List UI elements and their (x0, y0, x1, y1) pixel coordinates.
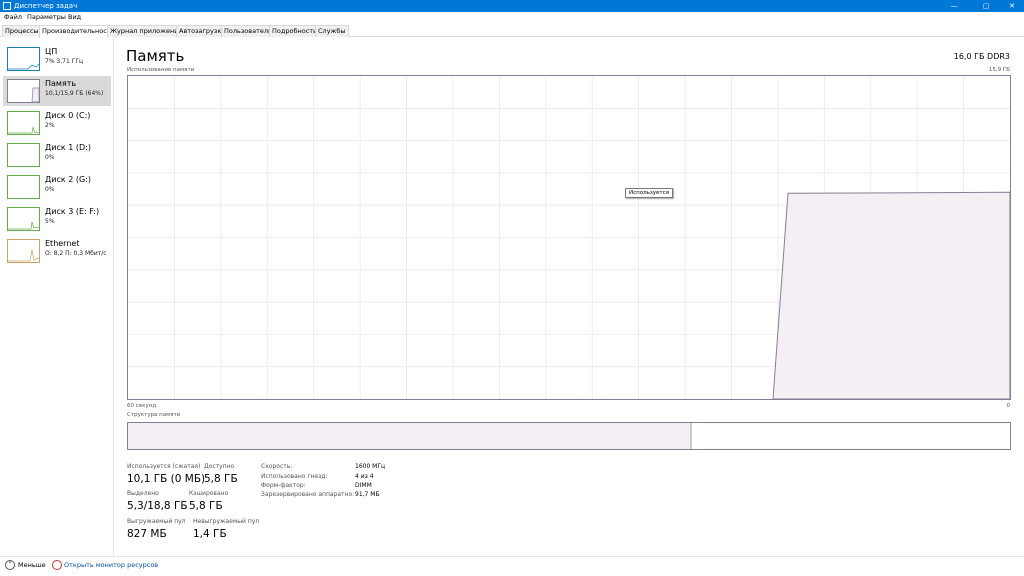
sidebar-item-ethernet[interactable]: Ethernet О: 8,2 П: 0,3 Мбит/с (3, 236, 111, 266)
memory-type: 16,0 ГБ DDR3 (953, 52, 1010, 61)
form-factor-value: DIMM (355, 482, 372, 489)
graph-tooltip: Используется (625, 188, 673, 198)
window-title: Диспетчер задач (14, 2, 78, 10)
graph-label: Использование памяти (127, 67, 195, 73)
menu-bar: Файл Параметры Вид (0, 12, 1024, 23)
sidebar-item-label: Диск 2 (G:) (45, 175, 91, 184)
axis-time-end: 0 (1006, 403, 1011, 409)
memory-structure-bar[interactable] (127, 422, 1011, 450)
sidebar-item-label: Диск 3 (E: F:) (45, 207, 100, 216)
task-manager-icon (3, 2, 11, 10)
speed-value: 1600 МГц (355, 463, 386, 470)
menu-options[interactable]: Параметры (27, 12, 66, 23)
available-label: Доступно (204, 463, 235, 470)
menu-file[interactable]: Файл (4, 12, 22, 23)
cpu-thumbnail (7, 47, 40, 71)
sidebar-item-value: 10,1/15,9 ГБ (64%) (45, 90, 104, 97)
menu-view[interactable]: Вид (68, 12, 81, 23)
tab-app-history[interactable]: Журнал приложений (107, 25, 186, 37)
in-use-value: 10,1 ГБ (0 МБ) (127, 473, 206, 485)
sidebar-item-disk-2[interactable]: Диск 2 (G:) 0% (3, 172, 111, 202)
sidebar-item-label: Диск 0 (C:) (45, 111, 91, 120)
disk-3-thumbnail (7, 207, 40, 231)
cached-label: Кэшировано (189, 490, 229, 497)
axis-time-start: 60 секунд (127, 403, 157, 409)
sidebar-item-label: ЦП (45, 47, 58, 56)
resource-sidebar: ЦП 7% 3,71 ГГц Память 10,1/15,9 ГБ (64%)… (0, 38, 114, 556)
disk-2-thumbnail (7, 175, 40, 199)
sidebar-item-value: 7% 3,71 ГГц (45, 58, 84, 65)
in-use-label: Используется (сжатая) (127, 463, 201, 470)
memory-usage-plot (128, 76, 1010, 399)
reserved-label: Зарезервировано аппаратно: (261, 491, 355, 498)
sidebar-item-disk-0[interactable]: Диск 0 (C:) 2% (3, 108, 111, 138)
close-button[interactable]: ✕ (1002, 0, 1022, 12)
structure-modified (690, 423, 692, 449)
maximize-button[interactable]: ▢ (976, 0, 996, 12)
nonpaged-pool-label: Невыгружаемый пул (193, 518, 260, 525)
sidebar-item-disk-1[interactable]: Диск 1 (D:) 0% (3, 140, 111, 170)
sidebar-item-label: Ethernet (45, 239, 80, 248)
paged-pool-label: Выгружаемый пул (127, 518, 186, 525)
tab-strip: Процессы Производительность Журнал прило… (0, 23, 1024, 38)
available-value: 5,8 ГБ (204, 473, 238, 485)
disk-0-thumbnail (7, 111, 40, 135)
slots-label: Использовано гнезд: (261, 473, 328, 480)
sidebar-item-cpu[interactable]: ЦП 7% 3,71 ГГц (3, 44, 111, 74)
tab-services[interactable]: Службы (315, 25, 349, 37)
reserved-value: 91,7 МБ (355, 491, 380, 498)
sidebar-item-disk-3[interactable]: Диск 3 (E: F:) 5% (3, 204, 111, 234)
cached-value: 5,8 ГБ (189, 500, 223, 512)
title-bar: Диспетчер задач — ▢ ✕ (0, 0, 1024, 12)
form-factor-label: Форм-фактор: (261, 482, 306, 489)
tab-performance[interactable]: Производительность (39, 25, 118, 38)
tab-details[interactable]: Подробности (269, 25, 321, 37)
ethernet-thumbnail (7, 239, 40, 263)
memory-usage-area (772, 191, 1010, 399)
memory-panel: Память 16,0 ГБ DDR3 Использование памяти… (120, 38, 1020, 558)
fewer-details-link[interactable]: Меньше (18, 561, 46, 569)
chevron-up-icon[interactable]: ˄ (5, 560, 15, 570)
page-title: Память (126, 47, 185, 65)
footer-bar: ˄ Меньше Открыть монитор ресурсов (0, 556, 1024, 576)
sidebar-item-value: 5% (45, 218, 55, 225)
paged-pool-value: 827 МБ (127, 528, 167, 540)
resource-monitor-link[interactable]: Открыть монитор ресурсов (64, 561, 158, 569)
committed-label: Выделено (127, 490, 159, 497)
sidebar-item-label: Диск 1 (D:) (45, 143, 91, 152)
memory-thumbnail (7, 79, 40, 103)
structure-label: Структура памяти (127, 412, 181, 418)
sidebar-item-value: 0% (45, 154, 55, 161)
memory-usage-graph[interactable]: Используется (127, 75, 1011, 400)
tab-processes[interactable]: Процессы (2, 25, 42, 37)
sidebar-item-value: О: 8,2 П: 0,3 Мбит/с (45, 250, 107, 257)
tab-users[interactable]: Пользователи (221, 25, 276, 37)
committed-value: 5,3/18,8 ГБ (127, 500, 188, 512)
sidebar-item-label: Память (45, 79, 77, 88)
speed-label: Скорость: (261, 463, 293, 470)
disk-1-thumbnail (7, 143, 40, 167)
slots-value: 4 из 4 (355, 473, 374, 480)
nonpaged-pool-value: 1,4 ГБ (193, 528, 227, 540)
sidebar-item-value: 2% (45, 122, 55, 129)
graph-max: 15,9 ГБ (988, 67, 1010, 73)
sidebar-item-memory[interactable]: Память 10,1/15,9 ГБ (64%) (3, 76, 111, 106)
minimize-button[interactable]: — (944, 0, 964, 12)
sidebar-item-value: 0% (45, 186, 55, 193)
resource-monitor-icon (52, 560, 62, 570)
structure-in-use (128, 423, 692, 449)
